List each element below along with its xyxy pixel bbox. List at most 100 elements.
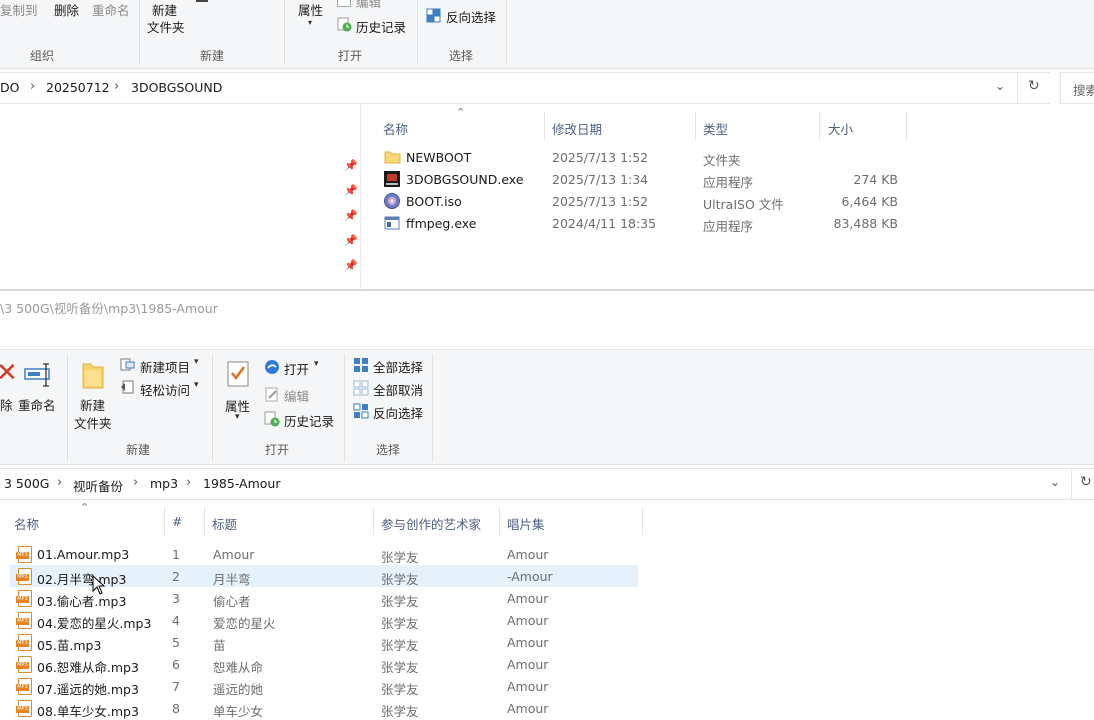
new-folder-button-line2[interactable]: 文件夹 [147,17,185,36]
column-header-album[interactable]: 唱片集 [507,514,545,533]
edit-button[interactable]: 编辑 [356,0,381,11]
history-icon [264,411,280,427]
track-title: 单车少女 [213,704,264,719]
file-modified: 2024/4/11 18:35 [552,216,657,231]
mp3-file-icon: MP3 [16,700,32,717]
history-button[interactable]: 历史记录 [356,17,406,36]
file-type: 应用程序 [703,175,754,190]
file-row[interactable]: MP3 03.偷心者.mp3 3 偷心者 张学友 Amour [0,587,1094,609]
invert-select-button[interactable]: 反向选择 [446,7,496,26]
column-header-size[interactable]: 大小 [828,119,853,138]
breadcrumb-item[interactable]: mp3 [150,476,178,491]
column-header-name[interactable]: 名称 [383,119,408,138]
chevron-right-icon: › [114,79,120,94]
track-number: 1 [172,547,180,562]
delete-button[interactable]: 除 [0,395,13,414]
file-row[interactable]: BOOT.iso 2025/7/13 1:52 UltraISO 文件 6,46… [0,190,1094,212]
file-row[interactable]: MP3 08.单车少女.mp3 8 单车少女 张学友 Amour [0,697,1094,719]
track-artist: 张学友 [381,616,419,631]
rename-button[interactable]: 重命名 [18,395,56,414]
column-divider[interactable] [695,112,696,140]
edit-button[interactable]: 编辑 [284,386,309,405]
column-divider[interactable] [544,112,545,140]
track-number: 3 [172,591,180,606]
copy-to-button[interactable]: 复制到 [0,0,38,19]
ribbon-separator [67,354,68,462]
file-row[interactable]: MP3 05.苗.mp3 5 苗 张学友 Amour [0,631,1094,653]
easy-access-icon [121,380,134,394]
new-folder-button-line1[interactable]: 新建 [80,395,105,414]
new-folder-button-line2[interactable]: 文件夹 [74,413,112,432]
pin-icon[interactable]: 📌 [344,259,358,272]
column-divider[interactable] [906,112,907,140]
column-header-name[interactable]: 名称 [14,514,39,533]
file-row[interactable]: 3DOBGSOUND.exe 2025/7/13 1:34 应用程序 274 K… [0,168,1094,190]
track-artist: 张学友 [381,638,419,653]
file-modified: 2025/7/13 1:52 [552,194,649,209]
breadcrumb-item[interactable]: 3 500G [4,476,49,491]
mp3-file-icon: MP3 [16,634,32,651]
window-title: \3 500G\视听备份\mp3\1985-Amour [0,301,218,316]
file-row[interactable]: MP3 06.恕难从命.mp3 6 恕难从命 张学友 Amour [0,653,1094,675]
history-icon [337,17,352,32]
file-row[interactable]: ffmpeg.exe 2024/4/11 18:35 应用程序 83,488 K… [0,212,1094,234]
column-divider[interactable] [164,507,165,535]
breadcrumb-item[interactable]: 视听备份 [73,476,123,495]
track-album: Amour [507,591,549,606]
search-box[interactable]: 搜索 [1060,72,1094,104]
ribbon-separator [139,0,140,64]
open-button[interactable]: 打开 [284,359,309,378]
refresh-icon[interactable]: ↻ [1028,78,1040,94]
column-header-number[interactable]: # [172,514,182,529]
new-folder-icon [82,363,104,389]
breadcrumb-item[interactable]: DO [0,80,19,95]
track-artist: 张学友 [381,660,419,675]
file-type: UltraISO 文件 [703,197,784,212]
breadcrumb-item[interactable]: 3DOBGSOUND [131,80,222,95]
column-header-type[interactable]: 类型 [703,119,728,138]
file-modified: 2025/7/13 1:52 [552,150,649,165]
file-row[interactable]: MP3 04.爱恋的星火.mp3 4 爱恋的星火 张学友 Amour [0,609,1094,631]
history-button[interactable]: 历史记录 [284,411,334,430]
column-divider[interactable] [204,507,205,535]
edit-icon [265,387,278,402]
select-none-button[interactable]: 全部取消 [373,380,423,399]
new-item-button[interactable]: 新建项目 [140,357,190,376]
column-header-title[interactable]: 标题 [212,514,237,533]
delete-button[interactable]: 删除 [54,0,79,19]
rename-button[interactable]: 重命名 [92,0,130,19]
track-artist: 张学友 [381,550,419,565]
column-divider[interactable] [499,507,500,535]
easy-access-button[interactable]: 轻松访问 [140,380,190,399]
title-bar[interactable]: \3 500G\视听备份\mp3\1985-Amour [0,291,1094,349]
properties-button[interactable]: 属性 [298,0,323,19]
track-title: 爱恋的星火 [213,616,276,631]
new-item-icon [120,358,135,371]
column-header-artist[interactable]: 参与创作的艺术家 [381,514,481,533]
column-divider[interactable] [642,507,643,535]
invert-select-button[interactable]: 反向选择 [373,403,423,422]
file-type: 文件夹 [703,153,741,168]
column-divider[interactable] [373,507,374,535]
file-row[interactable]: MP3 01.Amour.mp3 1 Amour 张学友 Amour [0,543,1094,565]
address-bar[interactable]: DO › 20250712 › 3DOBGSOUND ⌄ ↻ [0,72,1050,104]
select-all-button[interactable]: 全部选择 [373,357,423,376]
chevron-down-icon[interactable]: ⌄ [995,79,1005,93]
refresh-icon[interactable]: ↻ [1080,474,1092,490]
breadcrumb-item[interactable]: 20250712 [46,80,110,95]
chevron-right-icon: › [133,475,139,490]
track-title: 遥远的她 [213,682,264,697]
file-row[interactable]: NEWBOOT 2025/7/13 1:52 文件夹 [0,146,1094,168]
breadcrumb-item[interactable]: 1985-Amour [203,476,280,491]
file-row[interactable]: MP3 07.遥远的她.mp3 7 遥远的她 张学友 Amour [0,675,1094,697]
column-header-modified[interactable]: 修改日期 [552,119,602,138]
group-label-organize: 组织 [29,49,54,63]
file-modified: 2025/7/13 1:34 [552,172,649,187]
chevron-down-icon[interactable]: ⌄ [1050,475,1060,489]
address-bar[interactable]: 3 500G › 视听备份 › mp3 › 1985-Amour ⌄ ↻ [0,468,1094,500]
file-name: ffmpeg.exe [406,216,477,231]
rename-icon [24,363,50,387]
delete-icon[interactable]: ✕ [0,358,18,388]
column-divider[interactable] [819,112,820,140]
pin-icon[interactable]: 📌 [344,234,358,247]
